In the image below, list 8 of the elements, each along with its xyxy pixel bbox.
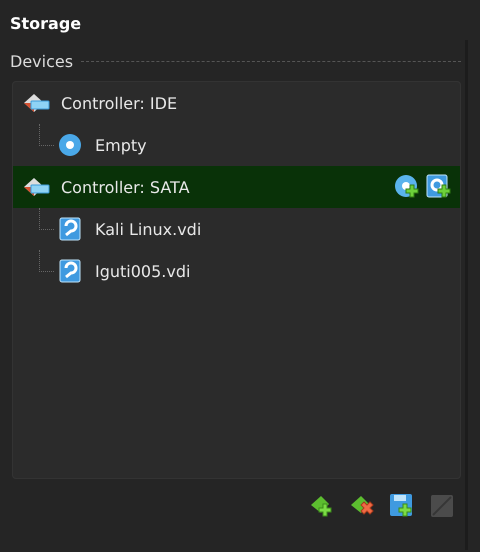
panel-title: Storage: [10, 14, 82, 35]
tree-item[interactable]: Controller: IDE: [13, 82, 460, 124]
tree-item[interactable]: Controller: SATA: [13, 166, 460, 208]
tree-item[interactable]: Empty: [13, 124, 460, 166]
disc-icon: [58, 133, 82, 157]
tree-item[interactable]: Kali Linux.vdi: [13, 208, 460, 250]
section-label: Devices: [10, 52, 74, 71]
tree-item[interactable]: Iguti005.vdi: [13, 250, 460, 292]
